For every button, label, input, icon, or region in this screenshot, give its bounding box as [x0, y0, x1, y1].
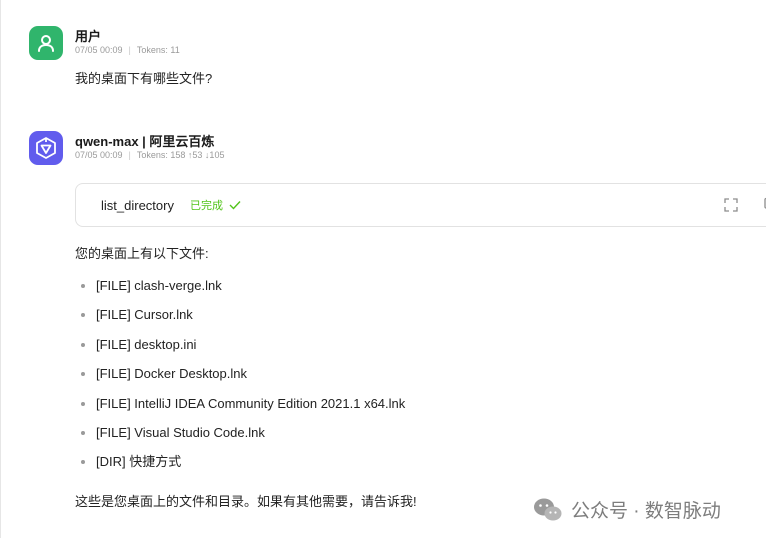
- assistant-avatar: [29, 131, 63, 165]
- assistant-intro-text: 您的桌面上有以下文件:: [75, 246, 209, 261]
- list-item: [FILE] clash-verge.lnk: [75, 277, 405, 306]
- list-item: [FILE] Docker Desktop.lnk: [75, 365, 405, 394]
- user-message-meta: 07/05 00:09 | Tokens: 11: [75, 45, 180, 55]
- list-item: [FILE] Visual Studio Code.lnk: [75, 424, 405, 453]
- assistant-outro-text: 这些是您桌面上的文件和目录。如果有其他需要，请告诉我!: [75, 494, 417, 509]
- expand-icon: [724, 198, 738, 212]
- list-item: [DIR] 快捷方式: [75, 453, 405, 482]
- tool-call-name: list_directory: [101, 197, 174, 213]
- meta-separator: |: [128, 45, 131, 55]
- assistant-message-meta: 07/05 00:09 | Tokens: 158 ↑53 ↓105: [75, 150, 224, 160]
- file-list: [FILE] clash-verge.lnk [FILE] Cursor.lnk…: [75, 277, 405, 483]
- expand-button[interactable]: [723, 197, 739, 213]
- meta-separator: |: [128, 150, 131, 160]
- chat-page: 用户 07/05 00:09 | Tokens: 11 我的桌面下有哪些文件? …: [0, 0, 766, 538]
- assistant-timestamp: 07/05 00:09: [75, 150, 123, 160]
- watermark: 公众号 · 数智脉动: [533, 496, 721, 523]
- list-item: [FILE] IntelliJ IDEA Community Edition 2…: [75, 395, 405, 424]
- user-icon: [38, 35, 54, 52]
- watermark-text: 公众号 · 数智脉动: [571, 501, 721, 522]
- user-avatar: [29, 26, 63, 60]
- assistant-token-count: Tokens: 158 ↑53 ↓105: [136, 150, 225, 160]
- user-token-count: Tokens: 11: [136, 45, 180, 55]
- qwen-logo-icon: [36, 137, 56, 159]
- list-item: [FILE] Cursor.lnk: [75, 306, 405, 335]
- checkmark-icon: [229, 201, 241, 210]
- user-message-text: 我的桌面下有哪些文件?: [75, 71, 213, 86]
- user-sender-name: 用户: [75, 29, 102, 44]
- tool-call-status: 已完成: [190, 197, 241, 213]
- assistant-sender-name: qwen-max | 阿里云百炼: [75, 134, 215, 149]
- list-item: [FILE] desktop.ini: [75, 336, 405, 365]
- wechat-icon: [534, 498, 562, 520]
- user-timestamp: 07/05 00:09: [75, 45, 123, 55]
- tool-call-status-label: 已完成: [189, 200, 223, 212]
- tool-call-actions: [723, 197, 766, 213]
- tool-call-card[interactable]: list_directory 已完成: [75, 183, 766, 227]
